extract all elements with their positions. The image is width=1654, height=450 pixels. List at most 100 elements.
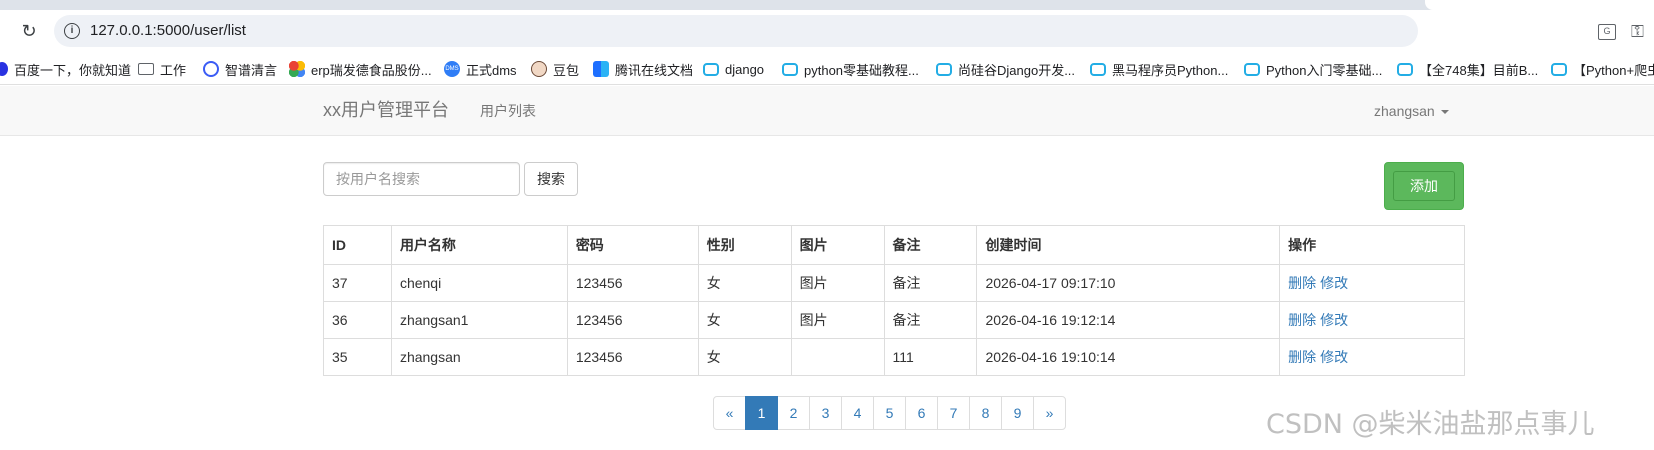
bookmark-item[interactable]: python零基础教程...	[782, 53, 919, 84]
column-header: ID	[323, 225, 392, 265]
caret-down-icon	[1440, 110, 1449, 115]
page-6[interactable]: 6	[905, 396, 938, 430]
bookmark-label: 豆包	[553, 62, 580, 78]
column-header: 创建时间	[976, 225, 1281, 265]
page-5[interactable]: 5	[873, 396, 906, 430]
bilibili-icon	[703, 62, 719, 76]
cell-id: 35	[323, 338, 392, 376]
pagination: « 1 2 3 4 5 6 7 8 9 »	[713, 396, 1066, 430]
brand-title[interactable]: xx用户管理平台	[323, 99, 449, 121]
nav-user-list[interactable]: 用户列表	[480, 102, 536, 120]
bilibili-icon	[1397, 62, 1413, 76]
bookmark-label: django	[725, 61, 765, 77]
page-prev[interactable]: «	[713, 396, 746, 430]
column-header: 备注	[883, 225, 978, 265]
bookmark-label: erp瑞发德食品股份...	[311, 62, 432, 78]
bilibili-icon	[1244, 62, 1260, 76]
bookmark-label: 工作	[160, 62, 187, 78]
edit-link[interactable]: 修改	[1320, 275, 1348, 291]
user-name: zhangsan	[1374, 103, 1435, 119]
add-button-label: 添加	[1393, 171, 1455, 201]
page-9[interactable]: 9	[1001, 396, 1034, 430]
cell-name: chenqi	[390, 264, 568, 302]
page-4[interactable]: 4	[841, 396, 874, 430]
column-header: 性别	[697, 225, 792, 265]
bookmark-label: 腾讯在线文档	[615, 62, 694, 78]
column-header: 图片	[790, 225, 885, 265]
cell-name: zhangsan	[390, 338, 568, 376]
watermark: CSDN @柴米油盐那点事儿	[1266, 409, 1595, 440]
delete-link[interactable]: 删除	[1288, 275, 1316, 291]
search-input[interactable]	[323, 162, 520, 196]
tab-strip	[0, 0, 1654, 10]
bookmark-label: 智谱清言	[225, 62, 278, 78]
address-bar[interactable]: i 127.0.0.1:5000/user/list	[54, 15, 1418, 47]
page-1[interactable]: 1	[745, 396, 778, 430]
address-url[interactable]: 127.0.0.1:5000/user/list	[90, 22, 246, 40]
bookmark-item[interactable]: 尚硅谷Django开发...	[936, 53, 1076, 84]
cell-password: 123456	[566, 301, 699, 339]
search-button[interactable]: 搜索	[524, 162, 578, 196]
zhipu-icon	[203, 61, 219, 77]
delete-link[interactable]: 删除	[1288, 349, 1316, 365]
cell-id: 37	[323, 264, 392, 302]
bookmark-item[interactable]: Python入门零基础...	[1244, 53, 1382, 84]
site-info-icon[interactable]: i	[64, 23, 80, 39]
cell-password: 123456	[566, 338, 699, 376]
site-navbar: xx用户管理平台 用户列表 zhangsan	[0, 86, 1654, 136]
bookmark-item[interactable]: 工作	[138, 53, 187, 84]
cell-id: 36	[323, 301, 392, 339]
page-8[interactable]: 8	[969, 396, 1002, 430]
bookmark-item[interactable]: 腾讯在线文档	[593, 53, 694, 84]
bilibili-icon	[1090, 62, 1106, 76]
bookmark-item[interactable]: 【全748集】目前B...	[1397, 53, 1539, 84]
reload-icon[interactable]: ↻	[18, 20, 40, 42]
bookmark-label: 【Python+爬虫	[1573, 62, 1654, 78]
page-7[interactable]: 7	[937, 396, 970, 430]
edit-link[interactable]: 修改	[1320, 312, 1348, 328]
active-tab-edge	[1425, 0, 1654, 10]
cell-image	[790, 338, 885, 376]
page-next[interactable]: »	[1033, 396, 1066, 430]
cell-gender: 女	[697, 264, 792, 302]
table-row: 36 zhangsan1 123456 女 图片 备注 2026-04-16 1…	[323, 301, 1465, 339]
cell-actions: 删除 修改	[1279, 301, 1465, 339]
baidu-paw-icon	[0, 62, 8, 76]
table-row: 35 zhangsan 123456 女 111 2026-04-16 19:1…	[323, 338, 1465, 376]
folder-icon	[138, 63, 154, 75]
bookmark-label: 百度一下，你就知道	[14, 62, 132, 78]
cell-name: zhangsan1	[390, 301, 568, 339]
cell-gender: 女	[697, 301, 792, 339]
page-2[interactable]: 2	[777, 396, 810, 430]
bookmark-label: 【全748集】目前B...	[1419, 62, 1539, 78]
bookmark-label: 尚硅谷Django开发...	[958, 62, 1076, 78]
bookmark-item[interactable]: 【Python+爬虫	[1551, 53, 1654, 84]
user-dropdown[interactable]: zhangsan	[1374, 102, 1449, 120]
password-key-icon[interactable]: ⚿	[1631, 22, 1644, 42]
bookmark-item[interactable]: 智谱清言	[203, 53, 278, 84]
cell-remark: 备注	[883, 301, 978, 339]
delete-link[interactable]: 删除	[1288, 312, 1316, 328]
page-3[interactable]: 3	[809, 396, 842, 430]
bookmark-item[interactable]: 百度一下，你就知道	[0, 53, 132, 84]
bookmark-item[interactable]: DMS 正式dms	[444, 53, 517, 84]
add-button[interactable]: 添加	[1384, 162, 1464, 210]
translate-icon[interactable]: G	[1598, 24, 1616, 40]
bilibili-icon	[782, 62, 798, 76]
browser-toolbar: ↻ i 127.0.0.1:5000/user/list G ⚿	[0, 10, 1654, 53]
bookmark-item[interactable]: django	[703, 53, 765, 84]
user-table: ID 用户名称 密码 性别 图片 备注 创建时间 操作 37 chenqi 12…	[323, 225, 1465, 376]
bookmark-label: 正式dms	[466, 62, 517, 78]
tencent-docs-icon	[593, 61, 609, 77]
bookmark-item[interactable]: 黑马程序员Python...	[1090, 53, 1228, 84]
bookmark-item[interactable]: 豆包	[531, 53, 580, 84]
cell-image: 图片	[790, 264, 885, 302]
erp-icon	[289, 61, 305, 77]
cell-actions: 删除 修改	[1279, 338, 1465, 376]
cell-gender: 女	[697, 338, 792, 376]
bookmark-item[interactable]: erp瑞发德食品股份...	[289, 53, 432, 84]
bookmark-label: python零基础教程...	[804, 62, 919, 78]
edit-link[interactable]: 修改	[1320, 349, 1348, 365]
table-row: 37 chenqi 123456 女 图片 备注 2026-04-17 09:1…	[323, 264, 1465, 302]
bookmarks-bar: 百度一下，你就知道 工作 智谱清言 erp瑞发德食品股份... DMS 正式dms…	[0, 53, 1654, 85]
